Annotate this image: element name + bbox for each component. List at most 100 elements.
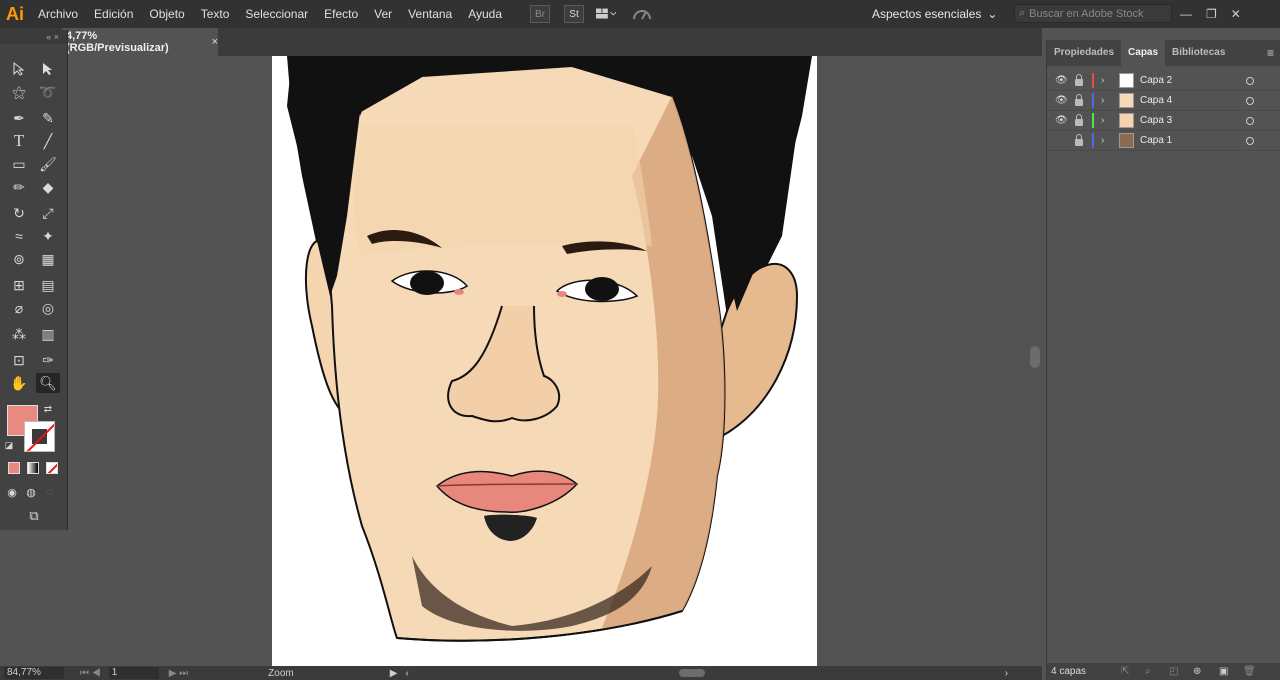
slice-tool-icon[interactable]: ✑ bbox=[36, 350, 60, 370]
pencil-tool-icon[interactable]: ✏ bbox=[7, 177, 31, 197]
menu-efecto[interactable]: Efecto bbox=[316, 0, 366, 28]
new-sublayer-icon[interactable]: ⊕ bbox=[1193, 663, 1201, 680]
draw-normal-icon[interactable]: ◉ bbox=[3, 482, 21, 502]
layer-row[interactable]: › Capa 1 bbox=[1047, 131, 1280, 151]
direct-selection-tool-icon[interactable] bbox=[36, 59, 60, 79]
vertical-scrollbar-thumb[interactable] bbox=[1030, 346, 1040, 368]
menu-ventana[interactable]: Ventana bbox=[400, 0, 460, 28]
close-tab-icon[interactable]: × bbox=[212, 36, 218, 48]
vertical-scrollbar[interactable] bbox=[1028, 56, 1042, 666]
panel-menu-icon[interactable]: ≡ bbox=[1267, 46, 1274, 60]
new-layer-icon[interactable]: ▣ bbox=[1219, 663, 1228, 680]
rectangle-tool-icon[interactable]: ▭ bbox=[7, 154, 31, 174]
menu-objeto[interactable]: Objeto bbox=[141, 0, 192, 28]
bridge-button[interactable]: Br bbox=[530, 5, 551, 23]
stock-search-input[interactable]: ⌕ Buscar en Adobe Stock bbox=[1014, 4, 1172, 23]
horizontal-scrollbar-thumb[interactable] bbox=[678, 669, 705, 677]
curvature-tool-icon[interactable]: ✎ bbox=[36, 108, 60, 128]
zoom-tool-icon[interactable]: 🔍︎ bbox=[36, 373, 60, 393]
zoom-level-field[interactable]: 84,77% bbox=[4, 667, 64, 679]
menu-seleccionar[interactable]: Seleccionar bbox=[237, 0, 316, 28]
lock-icon[interactable] bbox=[1075, 134, 1083, 146]
stock-button[interactable]: St bbox=[564, 5, 585, 23]
artboard[interactable] bbox=[272, 56, 817, 666]
paintbrush-tool-icon[interactable]: 🖌 bbox=[36, 154, 60, 174]
warp-tool-icon[interactable]: ≈ bbox=[7, 226, 31, 246]
menu-ver[interactable]: Ver bbox=[366, 0, 400, 28]
tab-propiedades[interactable]: Propiedades bbox=[1047, 40, 1121, 66]
layer-name[interactable]: Capa 2 bbox=[1140, 75, 1172, 86]
next-artboard-icon[interactable]: ▶ ⏭ bbox=[169, 668, 188, 679]
draw-behind-icon[interactable]: ◍ bbox=[22, 482, 40, 502]
type-tool-icon[interactable]: T bbox=[7, 131, 31, 151]
visibility-eye-icon[interactable]: 👁︎ bbox=[1055, 95, 1068, 106]
export-icon[interactable]: ⇱ bbox=[1121, 663, 1129, 680]
arrange-documents-icon[interactable] bbox=[596, 5, 617, 23]
layer-row[interactable]: 👁︎ › Capa 4 bbox=[1047, 91, 1280, 111]
menu-texto[interactable]: Texto bbox=[193, 0, 238, 28]
eyedropper-tool-icon[interactable]: ⌀ bbox=[7, 298, 31, 318]
shape-builder-tool-icon[interactable]: ⊚ bbox=[7, 249, 31, 269]
magic-wand-tool-icon[interactable]: ⚝ bbox=[7, 82, 31, 102]
status-menu-arrow-icon[interactable]: ▶ bbox=[390, 668, 398, 679]
none-mode-icon[interactable] bbox=[46, 462, 58, 474]
artboard-number-field[interactable]: 1 bbox=[108, 667, 159, 679]
visibility-eye-icon[interactable]: 👁︎ bbox=[1055, 115, 1068, 126]
lasso-tool-icon[interactable]: ➰ bbox=[36, 82, 60, 102]
line-tool-icon[interactable]: ╱ bbox=[36, 131, 60, 151]
canvas-area[interactable] bbox=[68, 56, 1028, 666]
swap-fill-stroke-icon[interactable]: ⇄ bbox=[40, 402, 56, 416]
draw-inside-icon[interactable]: ◌ bbox=[41, 482, 59, 502]
mesh-tool-icon[interactable]: ⊞ bbox=[7, 275, 31, 295]
layer-target-icon[interactable] bbox=[1246, 97, 1254, 105]
perspective-grid-tool-icon[interactable]: ▦ bbox=[36, 249, 60, 269]
artboard-tool-icon[interactable]: ⊡ bbox=[7, 350, 31, 370]
selection-tool-icon[interactable] bbox=[7, 59, 31, 79]
close-icon[interactable]: ✕ bbox=[1231, 7, 1241, 21]
tools-panel-collapse-icon[interactable]: « × bbox=[0, 30, 67, 44]
make-clipping-mask-icon[interactable]: ◰ bbox=[1169, 663, 1178, 680]
expand-chevron-icon[interactable]: › bbox=[1101, 75, 1104, 86]
layer-target-icon[interactable] bbox=[1246, 77, 1254, 85]
blend-tool-icon[interactable]: ◎ bbox=[36, 298, 60, 318]
document-tab[interactable]: 4,77% (RGB/Previsualizar) × bbox=[62, 28, 218, 56]
workspace-switcher[interactable]: Aspectos esenciales ⌄ bbox=[872, 0, 997, 28]
visibility-eye-icon[interactable]: 👁︎ bbox=[1055, 75, 1068, 86]
lock-icon[interactable] bbox=[1075, 94, 1083, 106]
stroke-color-swatch[interactable] bbox=[24, 421, 55, 452]
layer-row[interactable]: 👁︎ › Capa 2 bbox=[1047, 71, 1280, 91]
default-fill-stroke-icon[interactable]: ◪ bbox=[2, 438, 16, 452]
hand-tool-icon[interactable]: ✋ bbox=[7, 373, 31, 393]
layer-name[interactable]: Capa 4 bbox=[1140, 95, 1172, 106]
restore-icon[interactable]: ❐ bbox=[1206, 7, 1217, 21]
layer-target-icon[interactable] bbox=[1246, 137, 1254, 145]
lock-icon[interactable] bbox=[1075, 114, 1083, 126]
menu-archivo[interactable]: Archivo bbox=[30, 0, 86, 28]
delete-layer-icon[interactable]: 🗑︎ bbox=[1243, 663, 1256, 680]
change-screen-mode-icon[interactable]: ⧉ bbox=[22, 506, 46, 526]
first-artboard-icon[interactable]: ⏮ ◀ bbox=[80, 668, 101, 679]
expand-chevron-icon[interactable]: › bbox=[1101, 135, 1104, 146]
tab-capas[interactable]: Capas bbox=[1121, 40, 1166, 66]
menu-ayuda[interactable]: Ayuda bbox=[460, 0, 510, 28]
color-mode-icon[interactable] bbox=[8, 462, 20, 474]
puppet-warp-tool-icon[interactable]: ✦ bbox=[36, 226, 60, 246]
expand-chevron-icon[interactable]: › bbox=[1101, 115, 1104, 126]
gpu-performance-icon[interactable] bbox=[632, 5, 652, 23]
scroll-right-icon[interactable]: › bbox=[1005, 668, 1008, 679]
layer-row[interactable]: 👁︎ › Capa 3 bbox=[1047, 111, 1280, 131]
tab-bibliotecas[interactable]: Bibliotecas bbox=[1165, 40, 1232, 66]
minimize-icon[interactable]: — bbox=[1180, 7, 1192, 21]
layer-name[interactable]: Capa 1 bbox=[1140, 135, 1172, 146]
column-graph-tool-icon[interactable]: ▥ bbox=[36, 324, 60, 344]
lock-icon[interactable] bbox=[1075, 74, 1083, 86]
expand-chevron-icon[interactable]: › bbox=[1101, 95, 1104, 106]
layer-name[interactable]: Capa 3 bbox=[1140, 115, 1172, 126]
gradient-mode-icon[interactable] bbox=[27, 462, 39, 474]
pen-tool-icon[interactable]: ✒ bbox=[7, 108, 31, 128]
gradient-tool-icon[interactable]: ▤ bbox=[36, 275, 60, 295]
scroll-left-icon[interactable]: ‹ bbox=[405, 668, 408, 679]
rotate-tool-icon[interactable]: ↻ bbox=[7, 203, 31, 223]
locate-object-icon[interactable]: ⌕ bbox=[1145, 663, 1151, 680]
menu-edicion[interactable]: Edición bbox=[86, 0, 141, 28]
